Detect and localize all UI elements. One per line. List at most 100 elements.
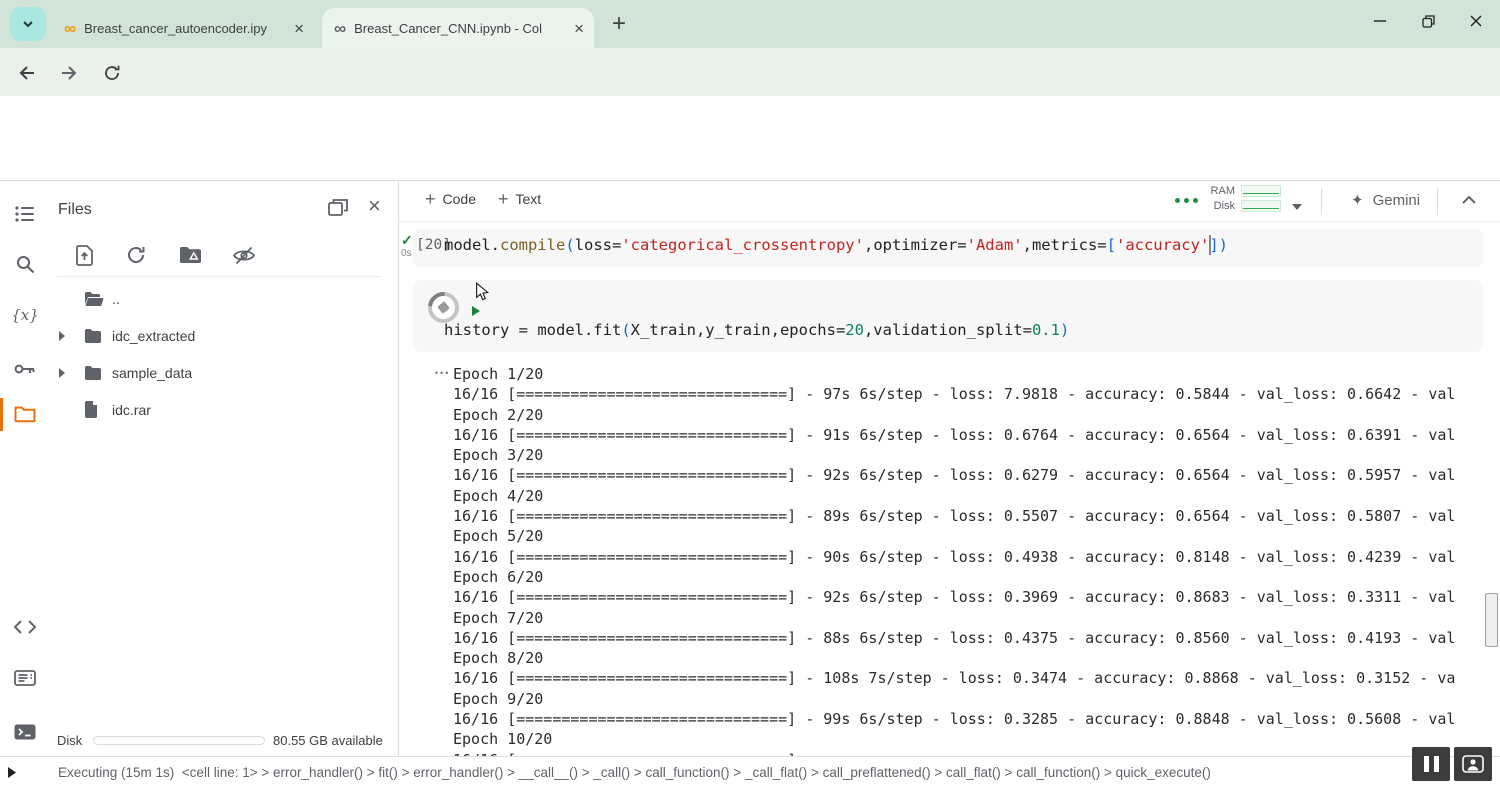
file-name: idc_extracted — [112, 328, 195, 344]
output-line: 16/16 [==============================] -… — [453, 587, 1485, 607]
overlay-controls — [1412, 747, 1492, 781]
expand-arrow-icon[interactable] — [58, 331, 84, 341]
output-options-icon[interactable]: ••• — [435, 368, 450, 378]
table-of-contents-icon[interactable] — [13, 202, 37, 226]
output-line: Epoch 10/20 — [453, 729, 1485, 749]
connect-status-icon[interactable] — [1175, 198, 1198, 203]
new-tab-button[interactable]: + — [612, 10, 626, 38]
restore-icon — [1422, 15, 1435, 28]
output-line: Epoch 8/20 — [453, 648, 1485, 668]
browser-address-row: colab.research.google.com/drive/1IOW9iRJ… — [0, 48, 1500, 96]
output-line: Epoch 5/20 — [453, 526, 1485, 546]
file-name: .. — [112, 291, 120, 307]
forward-arrow-icon — [59, 63, 79, 83]
execution-status-text: Executing (15m 1s) <cell line: 1> > erro… — [58, 765, 1211, 780]
plus-icon: + — [425, 190, 436, 208]
output-line: Epoch 2/20 — [453, 405, 1485, 425]
pause-icon[interactable] — [1412, 747, 1450, 781]
cell-runtime: 0s — [401, 248, 412, 259]
mouse-cursor — [475, 282, 490, 307]
tab-close-icon[interactable]: × — [574, 20, 584, 37]
variables-icon[interactable]: {x} — [13, 303, 37, 327]
file-tree-item-idc-rar[interactable]: idc.rar — [48, 391, 398, 428]
forward-button[interactable] — [56, 60, 82, 86]
mount-drive-icon[interactable] — [176, 241, 204, 269]
toolbar-separator — [1437, 188, 1438, 215]
output-line: Epoch 1/20 — [453, 364, 1485, 384]
window-minimize-button[interactable] — [1356, 0, 1404, 42]
window-close-button[interactable] — [1452, 0, 1500, 42]
colab-header: ∞ Breast_Cancer_CNN.ipynb ☆ FileEditView… — [0, 96, 1500, 180]
browser-tab-1[interactable]: ∞ Breast_cancer_autoencoder.ipy × — [52, 8, 314, 48]
folder-icon — [84, 365, 112, 381]
disk-usage-bar — [93, 736, 265, 745]
colab-tab-icon: ∞ — [64, 20, 76, 37]
tab-close-icon[interactable]: × — [294, 20, 304, 37]
terminal-icon[interactable] — [13, 720, 37, 744]
output-line: 16/16 [==============================] -… — [453, 709, 1485, 729]
add-text-button[interactable]: + Text — [498, 190, 541, 208]
resources-dropdown-icon[interactable] — [1292, 198, 1302, 213]
browser-tab-2[interactable]: ∞ Breast_Cancer_CNN.ipynb - Col × — [322, 8, 594, 48]
gemini-star-icon: ✦ — [1351, 191, 1364, 209]
refresh-files-icon[interactable] — [122, 241, 150, 269]
reload-button[interactable] — [99, 60, 125, 86]
folder-open-icon — [84, 291, 112, 307]
cell-output: Epoch 1/2016/16 [=======================… — [453, 364, 1485, 756]
files-folder-icon[interactable] — [13, 402, 37, 426]
upload-file-icon[interactable] — [70, 241, 98, 269]
file-tree: .. idc_extracted sample_data idc.rar — [48, 280, 398, 428]
colab-tab-icon: ∞ — [334, 20, 346, 37]
file-tree-item-sample-data[interactable]: sample_data — [48, 354, 398, 391]
output-line: 16/16 [==============================] -… — [453, 384, 1485, 404]
notebook-toolbar: + Code + Text RAM Disk ✦ Gemini — [399, 181, 1500, 222]
browser-window: ∞ Breast_cancer_autoencoder.ipy × ∞ Breast_C… — [0, 0, 1500, 788]
chevron-down-icon — [21, 17, 35, 31]
output-line: 16/16 [==============================] -… — [453, 628, 1485, 648]
output-line: Epoch 6/20 — [453, 567, 1485, 587]
toolbar-separator — [1321, 188, 1322, 215]
back-button[interactable] — [14, 60, 40, 86]
output-line: 16/16 [==============================] -… — [453, 506, 1485, 526]
window-restore-button[interactable] — [1404, 0, 1452, 42]
tab-title: Breast_cancer_autoencoder.ipy — [84, 21, 288, 36]
tab-search-button[interactable] — [10, 7, 46, 41]
output-line: Epoch 7/20 — [453, 608, 1485, 628]
text-caret — [1209, 235, 1211, 255]
panel-divider — [57, 276, 380, 277]
code-snippets-icon[interactable] — [13, 615, 37, 639]
disk-usage: Disk 80.55 GB available — [57, 733, 383, 748]
output-line: Epoch 4/20 — [453, 486, 1485, 506]
disk-sparkline — [1241, 200, 1281, 212]
status-bar: Executing (15m 1s) <cell line: 1> > erro… — [0, 756, 1500, 788]
folder-icon — [84, 328, 112, 344]
output-line: Epoch 9/20 — [453, 689, 1485, 709]
secrets-key-icon[interactable] — [13, 357, 37, 381]
file-tree-item-idc-extracted[interactable]: idc_extracted — [48, 317, 398, 354]
search-icon[interactable] — [13, 252, 37, 276]
code-cell-fit[interactable] — [413, 280, 1483, 352]
disk-available-text: 80.55 GB available — [273, 733, 383, 748]
expand-status-icon[interactable] — [8, 767, 16, 778]
code-line-compile[interactable]: model.compile(loss='categorical_crossent… — [444, 236, 1228, 254]
gemini-button[interactable]: ✦ Gemini — [1351, 191, 1420, 209]
window-controls — [1356, 0, 1500, 42]
expand-arrow-icon[interactable] — [58, 368, 84, 378]
collapse-toolbar-icon[interactable] — [1461, 193, 1477, 208]
add-code-button[interactable]: + Code — [425, 190, 476, 208]
output-line: 16/16 [==============================] -… — [453, 547, 1485, 567]
resources-widget[interactable]: RAM Disk — [1205, 185, 1281, 212]
command-palette-icon[interactable] — [13, 666, 37, 690]
output-line: Epoch 3/20 — [453, 445, 1485, 465]
toggle-hidden-files-icon[interactable] — [230, 241, 258, 269]
presenter-view-icon[interactable] — [1454, 747, 1492, 781]
output-line: 16/16 [==============================] -… — [453, 425, 1485, 445]
file-name: sample_data — [112, 365, 192, 381]
close-panel-icon[interactable]: × — [368, 193, 381, 219]
open-in-new-tab-icon[interactable] — [328, 199, 348, 219]
tab-title: Breast_Cancer_CNN.ipynb - Col — [354, 21, 568, 36]
scrollbar-thumb[interactable] — [1485, 593, 1498, 647]
file-tree-item--[interactable]: .. — [48, 280, 398, 317]
minimize-icon — [1374, 15, 1386, 27]
code-line-fit[interactable]: history = model.fit(X_train,y_train,epoc… — [444, 321, 1069, 339]
